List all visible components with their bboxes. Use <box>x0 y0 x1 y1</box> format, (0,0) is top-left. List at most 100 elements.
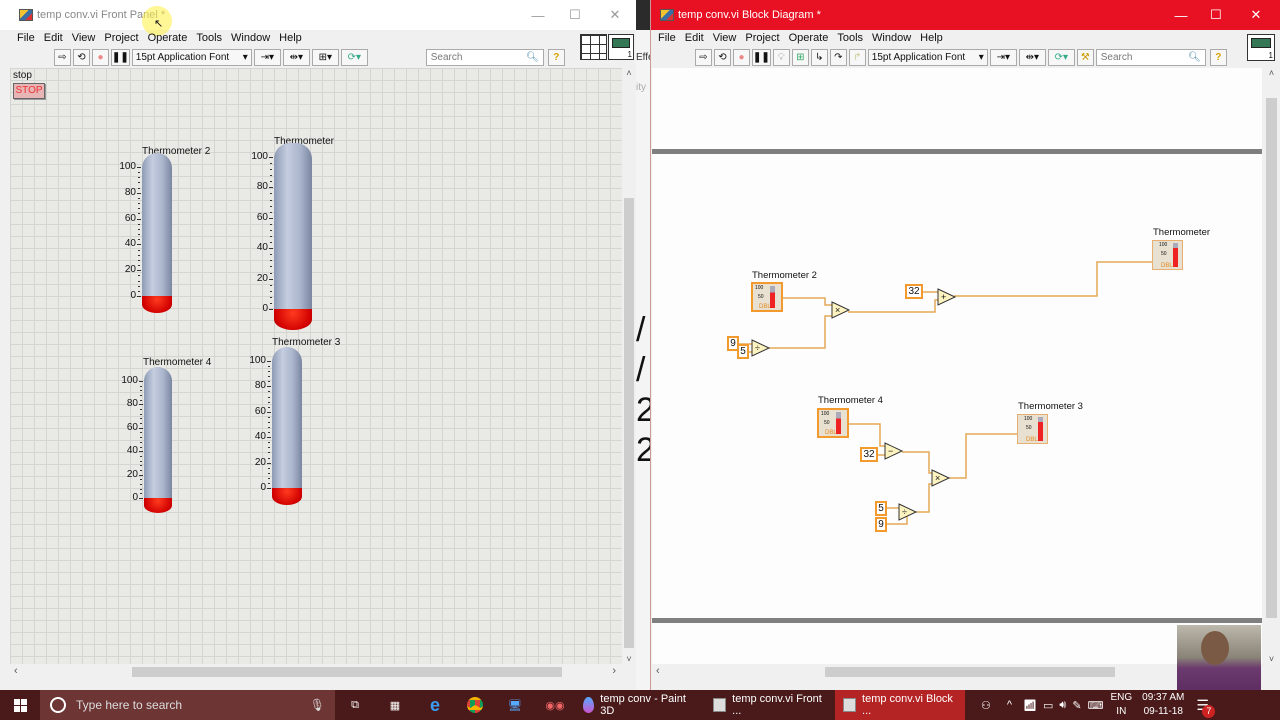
people-icon[interactable]: ⚇ <box>973 690 999 720</box>
constant-9[interactable]: 9 <box>875 517 887 532</box>
reorder-icon[interactable]: ⟳▾ <box>340 48 368 66</box>
scroll-thumb[interactable] <box>624 198 634 648</box>
taskbar-app-block-diagram[interactable]: temp conv.vi Block ... <box>835 690 965 720</box>
minimize-button[interactable]: — <box>518 0 558 30</box>
show-hidden-icons[interactable]: ^ <box>999 690 1020 720</box>
menu-file[interactable]: File <box>17 32 35 44</box>
thermometer-terminal[interactable]: DBL 100 50 <box>1152 240 1183 270</box>
vi-icon[interactable]: 1 <box>1247 34 1275 61</box>
run-continuously-icon[interactable]: ⟲ <box>714 48 731 66</box>
constant-5[interactable]: 5 <box>737 344 749 359</box>
pause-icon[interactable]: ❚❚ <box>111 48 130 66</box>
menu-tools[interactable]: Tools <box>837 32 863 44</box>
chrome-icon[interactable] <box>455 690 495 720</box>
front-panel-canvas[interactable] <box>10 68 622 664</box>
search-input[interactable]: Search 🔍︎ <box>1095 48 1206 66</box>
menu-help[interactable]: Help <box>279 32 302 44</box>
menu-view[interactable]: View <box>72 32 96 44</box>
scroll-left-icon[interactable]: ‹ <box>656 665 660 677</box>
battery-icon[interactable]: ▭ <box>1040 690 1056 720</box>
close-button[interactable]: ✕ <box>1236 0 1276 30</box>
align-objects-icon[interactable]: ⇥▾ <box>989 48 1017 66</box>
obs-icon[interactable]: ◉◉ <box>535 690 575 720</box>
search-input[interactable]: Search 🔍︎ <box>425 48 544 66</box>
edge-icon[interactable]: e <box>415 690 455 720</box>
step-into-icon[interactable]: ↳ <box>810 48 828 66</box>
front-panel-horizontal-scrollbar[interactable]: ‹ › <box>10 664 622 680</box>
run-arrow-icon[interactable]: ⇨ <box>54 48 71 66</box>
constant-32[interactable]: 32 <box>905 284 923 299</box>
maximize-button[interactable]: ☐ <box>555 0 595 30</box>
scroll-thumb[interactable] <box>825 667 1115 677</box>
thermometer-2-terminal[interactable]: DBL 100 50 <box>751 282 783 312</box>
distribute-objects-icon[interactable]: ⇹▾ <box>282 48 310 66</box>
action-center-icon[interactable]: ☰ 7 <box>1196 697 1216 718</box>
vi-icon[interactable]: 1 <box>608 34 634 60</box>
front-panel-titlebar[interactable]: temp conv.vi Front Panel * ↖ — ☐ ✕ <box>0 0 636 36</box>
stop-button[interactable]: STOP <box>13 83 45 99</box>
menu-operate[interactable]: Operate <box>789 32 829 44</box>
help-icon[interactable]: ? <box>547 48 565 66</box>
scroll-up-icon[interactable]: ˄ <box>622 68 636 78</box>
scroll-down-icon[interactable]: ˅ <box>1262 654 1280 664</box>
menu-project[interactable]: Project <box>745 32 779 44</box>
taskbar-app-paint3d[interactable]: temp conv - Paint 3D <box>575 690 705 720</box>
constant-32[interactable]: 32 <box>860 447 878 462</box>
thermometer-3-terminal[interactable]: DBL 100 50 <box>1017 414 1048 444</box>
step-out-icon[interactable]: ↱ <box>848 48 866 66</box>
scroll-left-icon[interactable]: ‹ <box>14 665 18 677</box>
align-objects-icon[interactable]: ⇥▾ <box>253 48 281 66</box>
taskbar-search[interactable]: Type here to search 🎙︎ <box>40 690 335 720</box>
block-diagram-horizontal-scrollbar[interactable]: ‹ <box>652 664 1262 680</box>
clean-up-diagram-icon[interactable]: ⚒ <box>1076 48 1094 66</box>
task-view-icon[interactable]: ⧉ <box>335 690 375 720</box>
menu-project[interactable]: Project <box>104 32 138 44</box>
retain-wire-values-icon[interactable]: ⊞ <box>791 48 809 66</box>
scroll-thumb[interactable] <box>132 667 562 677</box>
scroll-thumb[interactable] <box>1266 98 1277 618</box>
front-panel-vertical-scrollbar[interactable]: ˄ ˅ <box>622 68 636 664</box>
start-button[interactable] <box>0 690 40 720</box>
constant-5[interactable]: 5 <box>875 501 887 516</box>
clock[interactable]: 09:37 AM 09-11-18 <box>1142 691 1184 719</box>
language-indicator[interactable]: ENG IN <box>1110 691 1132 719</box>
run-continuously-icon[interactable]: ⟲ <box>73 48 90 66</box>
network-icon[interactable]: 📶︎ <box>1020 690 1040 720</box>
menu-edit[interactable]: Edit <box>685 32 704 44</box>
pen-icon[interactable]: ✎ <box>1069 690 1084 720</box>
menu-help[interactable]: Help <box>920 32 943 44</box>
scroll-down-icon[interactable]: ˅ <box>622 654 636 664</box>
microphone-icon[interactable]: 🎙︎ <box>310 698 325 712</box>
scroll-right-icon[interactable]: › <box>612 665 616 677</box>
connector-pane-icon[interactable] <box>580 34 607 60</box>
block-diagram-titlebar[interactable]: temp conv.vi Block Diagram * — ☐ ✕ <box>651 0 1280 30</box>
help-icon[interactable]: ? <box>1209 48 1227 66</box>
keyboard-icon[interactable]: ⌨ <box>1085 690 1107 720</box>
abort-icon[interactable]: ● <box>733 48 750 66</box>
highlight-execution-icon[interactable]: 💡︎ <box>772 48 790 66</box>
run-arrow-icon[interactable]: ⇨ <box>695 48 712 66</box>
calculator-icon[interactable]: ▦ <box>375 690 415 720</box>
taskbar-app-front-panel[interactable]: temp conv.vi Front ... <box>705 690 835 720</box>
thermometer-4-terminal[interactable]: DBL 100 50 <box>817 408 849 438</box>
scroll-up-icon[interactable]: ˄ <box>1262 68 1280 78</box>
volume-icon[interactable]: 🔊︎ <box>1056 690 1069 720</box>
block-diagram-vertical-scrollbar[interactable]: ˄ ˅ <box>1262 68 1280 664</box>
menu-view[interactable]: View <box>713 32 737 44</box>
maximize-button[interactable]: ☐ <box>1196 0 1236 30</box>
close-button[interactable]: ✕ <box>595 0 635 30</box>
step-over-icon[interactable]: ↷ <box>829 48 847 66</box>
block-diagram-canvas[interactable]: × + ÷ − × ÷ Thermometer 2 DBL 100 50 Thermome… <box>652 68 1262 664</box>
resize-objects-icon[interactable]: ⊞▾ <box>311 48 339 66</box>
abort-icon[interactable]: ● <box>92 48 109 66</box>
menu-window[interactable]: Window <box>231 32 270 44</box>
font-dropdown[interactable]: 15pt Application Font ▾ <box>867 48 988 66</box>
distribute-objects-icon[interactable]: ⇹▾ <box>1018 48 1046 66</box>
connect-icon[interactable]: 🖥︎ <box>495 690 535 720</box>
menu-tools[interactable]: Tools <box>196 32 222 44</box>
menu-window[interactable]: Window <box>872 32 911 44</box>
menu-file[interactable]: File <box>658 32 676 44</box>
reorder-icon[interactable]: ⟳▾ <box>1047 48 1075 66</box>
menu-edit[interactable]: Edit <box>44 32 63 44</box>
pause-icon[interactable]: ❚❚ <box>752 48 771 66</box>
